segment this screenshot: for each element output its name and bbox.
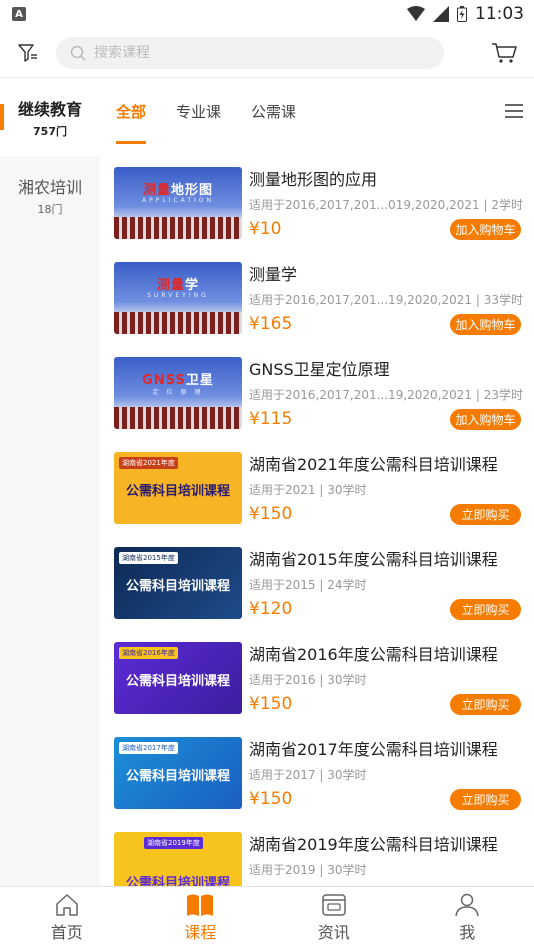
course-thumbnail: 湖南省2017年度 公需科目培训课程 — [114, 737, 242, 809]
course-item[interactable]: 湖南省2021年度 公需科目培训课程 湖南省2021年度公需科目培训课程 适用于… — [100, 439, 534, 534]
course-thumbnail: 测量地形图 APPLICATION — [114, 167, 242, 239]
search-icon — [70, 45, 86, 61]
course-list: 测量地形图 APPLICATION 测量地形图的应用 适用于2016,2017,… — [100, 154, 534, 886]
tab-menu-button[interactable] — [494, 78, 534, 144]
course-price: ¥150 — [249, 504, 293, 524]
nav-news[interactable]: 资讯 — [267, 887, 401, 948]
course-title: 湖南省2015年度公需科目培训课程 — [249, 550, 498, 569]
cart-icon — [492, 42, 517, 63]
nav-home[interactable]: 首页 — [0, 887, 134, 948]
course-meta: 适用于2016,2017,201...19,2020,2021 | 23学时 — [249, 388, 523, 402]
course-title: 测量学 — [249, 265, 298, 284]
category-sidebar: 继续教育 757门 湘农培训 18门 — [0, 78, 100, 886]
filter-icon — [18, 43, 37, 62]
nav-label: 首页 — [50, 922, 83, 942]
nav-label: 我 — [459, 922, 476, 942]
course-thumbnail: 湖南省2016年度 公需科目培训课程 — [114, 642, 242, 714]
add-to-cart-button[interactable]: 加入购物车 — [450, 314, 521, 335]
home-icon — [56, 893, 78, 916]
buy-now-button[interactable]: 立即购买 — [450, 789, 521, 810]
tab-professional[interactable]: 专业课 — [176, 78, 221, 144]
course-price: ¥165 — [249, 314, 293, 334]
nav-courses[interactable]: 课程 — [134, 887, 268, 948]
status-indicators: 11:03 — [407, 4, 524, 24]
search-bar[interactable] — [56, 36, 444, 69]
course-thumbnail: 湖南省2019年度 公需科目培训课程 — [114, 832, 242, 886]
tab-public[interactable]: 公需课 — [251, 78, 296, 144]
news-icon — [322, 893, 346, 916]
course-price: ¥150 — [249, 789, 293, 809]
sidebar-item-continuing-education[interactable]: 继续教育 757门 — [0, 78, 100, 156]
course-meta: 适用于2017 | 30学时 — [249, 768, 367, 782]
course-meta: 适用于2021 | 30学时 — [249, 483, 367, 497]
course-title: 湖南省2017年度公需科目培训课程 — [249, 740, 498, 759]
notification-icon: A — [12, 7, 26, 21]
buy-now-button[interactable]: 立即购买 — [450, 599, 521, 620]
course-thumbnail: GNSS卫星 定 位 原 理 — [114, 357, 242, 429]
filter-button[interactable] — [0, 28, 56, 78]
user-icon — [455, 893, 479, 916]
course-meta: 适用于2016,2017,201...019,2020,2021 | 2学时 — [249, 198, 523, 212]
tab-all[interactable]: 全部 — [116, 78, 147, 144]
course-thumbnail: 湖南省2021年度 公需科目培训课程 — [114, 452, 242, 524]
menu-icon — [505, 104, 523, 118]
course-item[interactable]: 测量地形图 APPLICATION 测量地形图的应用 适用于2016,2017,… — [100, 154, 534, 249]
signal-icon — [433, 6, 449, 22]
course-tabs: 全部 专业课 公需课 — [100, 78, 534, 144]
cart-button[interactable] — [474, 28, 534, 78]
course-price: ¥115 — [249, 409, 293, 429]
course-item[interactable]: 湖南省2017年度 公需科目培训课程 湖南省2017年度公需科目培训课程 适用于… — [100, 724, 534, 819]
nav-label: 课程 — [184, 922, 217, 942]
search-header — [0, 28, 534, 78]
nav-label: 资讯 — [317, 922, 350, 942]
course-meta: 适用于2016 | 30学时 — [249, 673, 367, 687]
status-bar: A 11:03 — [0, 0, 534, 28]
course-item[interactable]: 湖南省2015年度 公需科目培训课程 湖南省2015年度公需科目培训课程 适用于… — [100, 534, 534, 629]
book-icon — [187, 894, 214, 916]
sidebar-item-count: 757门 — [33, 124, 67, 138]
course-item[interactable]: 湖南省2019年度 公需科目培训课程 湖南省2019年度公需科目培训课程 适用于… — [100, 819, 534, 886]
course-meta: 适用于2015 | 24学时 — [249, 578, 367, 592]
buy-now-button[interactable]: 立即购买 — [450, 694, 521, 715]
sidebar-item-label: 湘农培训 — [17, 177, 82, 197]
bottom-navigation: 首页 课程 资讯 我 — [0, 886, 534, 948]
sidebar-item-label: 继续教育 — [17, 99, 82, 119]
course-item[interactable]: 湖南省2016年度 公需科目培训课程 湖南省2016年度公需科目培训课程 适用于… — [100, 629, 534, 724]
course-item[interactable]: GNSS卫星 定 位 原 理 GNSS卫星定位原理 适用于2016,2017,2… — [100, 344, 534, 439]
course-meta: 适用于2016,2017,201...19,2020,2021 | 33学时 — [249, 293, 523, 307]
course-price: ¥150 — [249, 694, 293, 714]
course-price: ¥120 — [249, 599, 293, 619]
wifi-icon — [407, 6, 425, 21]
course-price: ¥10 — [249, 219, 282, 239]
course-title: 湖南省2016年度公需科目培训课程 — [249, 645, 498, 664]
add-to-cart-button[interactable]: 加入购物车 — [450, 219, 521, 240]
add-to-cart-button[interactable]: 加入购物车 — [450, 409, 521, 430]
buy-now-button[interactable]: 立即购买 — [450, 504, 521, 525]
course-title: 湖南省2019年度公需科目培训课程 — [249, 835, 498, 854]
clock: 11:03 — [475, 4, 524, 24]
course-title: 测量地形图的应用 — [249, 170, 378, 189]
course-item[interactable]: 测量学 SURVEYING 测量学 适用于2016,2017,201...19,… — [100, 249, 534, 344]
sidebar-item-xiangnong-training[interactable]: 湘农培训 18门 — [0, 156, 100, 234]
search-input[interactable] — [94, 44, 394, 61]
sidebar-item-count: 18门 — [37, 202, 63, 216]
nav-me[interactable]: 我 — [401, 887, 534, 948]
course-thumbnail: 湖南省2015年度 公需科目培训课程 — [114, 547, 242, 619]
battery-icon — [457, 6, 467, 22]
course-thumbnail: 测量学 SURVEYING — [114, 262, 242, 334]
course-meta: 适用于2019 | 30学时 — [249, 863, 367, 877]
course-title: 湖南省2021年度公需科目培训课程 — [249, 455, 498, 474]
course-title: GNSS卫星定位原理 — [249, 360, 390, 379]
